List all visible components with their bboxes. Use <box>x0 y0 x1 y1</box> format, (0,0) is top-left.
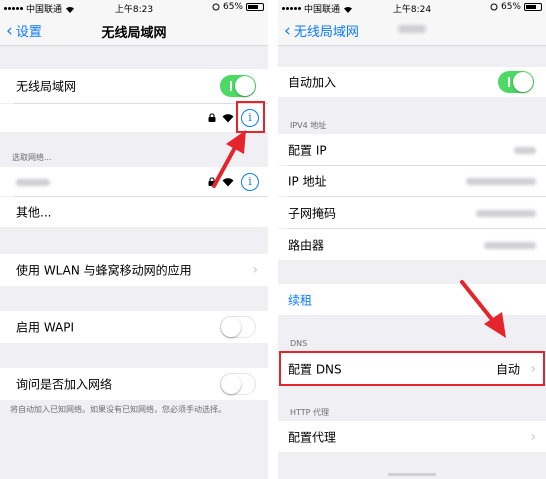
subnet-mask-label: 子网掩码 <box>288 206 337 220</box>
ip-address-value <box>466 174 536 188</box>
chevron-right-icon: › <box>530 428 536 445</box>
wlan-toggle-cell: 无线局域网 <box>0 69 268 103</box>
status-bar: 中国联通 上午8:23 65% <box>0 0 268 15</box>
ip-address-row: IP 地址 <box>278 166 546 196</box>
network-detail-screen: 中国联通 上午8:24 65% ‹ 无线局域网 自动加入 IPV4 地址 配置 … <box>278 0 546 479</box>
page-title: 无线局域网 <box>101 26 167 41</box>
alarm-icon <box>490 3 498 11</box>
configure-proxy-row[interactable]: 配置代理 › <box>278 421 546 452</box>
subnet-mask-value <box>476 206 536 220</box>
network-name <box>16 175 50 189</box>
wapi-cell: 启用 WAPI <box>0 311 268 343</box>
wifi-settings-screen: 中国联通 上午8:23 65% ‹ 设置 无线局域网 无线局域网 i 选取网络.… <box>0 0 268 479</box>
red-arrow-icon <box>212 130 246 188</box>
ask-join-cell: 询问是否加入网络 <box>0 368 268 400</box>
choose-network-header: 选取网络... <box>12 153 52 162</box>
battery-icon <box>524 3 542 11</box>
configure-proxy-label: 配置代理 <box>288 430 337 444</box>
nav-bar: ‹ 无线局域网 <box>278 14 546 46</box>
battery-icon <box>246 3 264 11</box>
dns-header: DNS <box>290 339 308 348</box>
nav-bar: ‹ 设置 无线局域网 <box>0 14 268 46</box>
home-indicator <box>388 473 436 476</box>
wapi-label: 启用 WAPI <box>16 320 75 335</box>
configure-ip-row[interactable]: 配置 IP <box>278 134 546 165</box>
red-arrow-icon <box>460 280 506 338</box>
wifi-signal-icon <box>222 114 234 123</box>
subnet-mask-row: 子网掩码 <box>278 197 546 228</box>
battery-percent: 65% <box>222 2 243 12</box>
other-network-row[interactable]: 其他... <box>0 197 268 227</box>
http-proxy-header: HTTP 代理 <box>290 408 330 417</box>
battery-percent: 65% <box>500 2 521 12</box>
ipv4-header: IPV4 地址 <box>290 121 327 130</box>
wlan-apps-row[interactable]: 使用 WLAN 与蜂窝移动网的应用 › <box>0 254 268 286</box>
wlan-apps-label: 使用 WLAN 与蜂窝移动网的应用 <box>16 263 192 278</box>
configure-ip-value <box>514 143 536 157</box>
ask-join-label: 询问是否加入网络 <box>16 377 113 392</box>
router-value <box>484 238 536 252</box>
ip-address-label: IP 地址 <box>288 174 327 189</box>
lock-icon <box>208 113 216 122</box>
status-bar: 中国联通 上午8:24 65% <box>278 0 546 15</box>
auto-join-cell: 自动加入 <box>278 67 546 97</box>
renew-lease-label[interactable]: 续租 <box>288 291 312 308</box>
page-title-redacted <box>278 22 546 37</box>
battery-group: 65% <box>490 2 542 12</box>
wlan-toggle[interactable] <box>220 75 256 97</box>
wapi-toggle[interactable] <box>220 316 256 338</box>
alarm-icon <box>212 3 220 11</box>
battery-group: 65% <box>212 2 264 12</box>
router-row: 路由器 <box>278 229 546 260</box>
chevron-right-icon: › <box>252 262 258 278</box>
highlight-box <box>279 351 545 386</box>
ask-join-note: 将自动加入已知网络。如果没有已知网络，您必须手动选择。 <box>10 405 226 414</box>
auto-join-label: 自动加入 <box>288 75 337 90</box>
wlan-label: 无线局域网 <box>16 79 77 94</box>
router-label: 路由器 <box>288 238 325 252</box>
configure-ip-label: 配置 IP <box>288 143 327 157</box>
auto-join-toggle[interactable] <box>498 71 534 93</box>
ask-join-toggle[interactable] <box>220 373 256 395</box>
other-label: 其他... <box>16 205 52 220</box>
